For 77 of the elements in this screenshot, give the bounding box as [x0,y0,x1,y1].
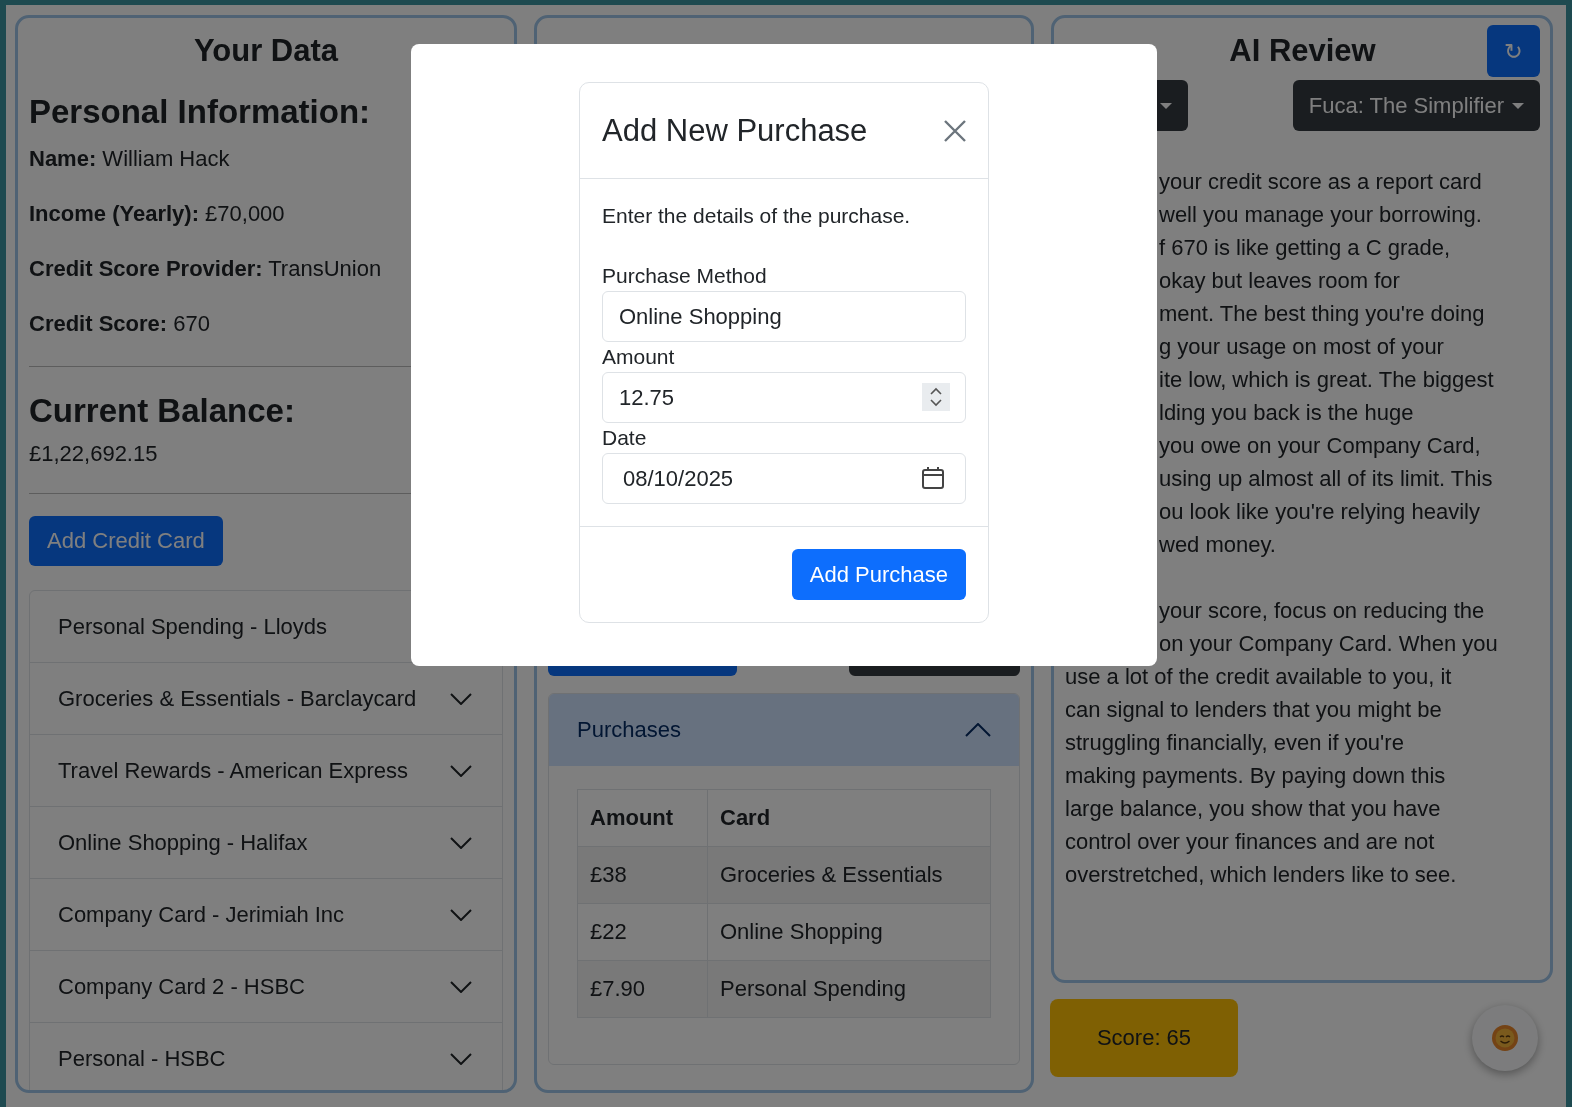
accordion-label: Personal - HSBC [58,1045,226,1072]
chevron-icon [450,764,472,777]
sun-icon [1491,1024,1519,1052]
spinner-icon [922,383,950,411]
accordion-label: Online Shopping - Halifax [58,829,308,856]
review-text-line: f 670 is like getting a C grade, [1158,234,1452,262]
accordion-label: Purchases [577,717,681,743]
accordion-label: Company Card - Jerimiah Inc [58,901,345,928]
accordion-item[interactable]: Personal - HSBC [30,1023,502,1090]
table-cell: Groceries & Essentials [707,846,991,904]
panel-title: AI Review [1229,32,1376,70]
field-label: Date [602,425,648,451]
review-text-line: wed money. [1158,531,1277,559]
add-purchase-button[interactable]: Add Purchase [791,549,966,600]
calendar-icon [922,467,944,489]
review-text-line: your score, focus on reducing the [1158,597,1486,625]
review-text-line: okay but leaves room for [1158,267,1401,295]
accordion-item[interactable]: Travel Rewards - American Express [30,735,502,807]
accordion-item[interactable]: Online Shopping - Halifax [30,807,502,879]
field-text: Name: William Hack [29,146,231,172]
table-cell: £22 [577,903,708,961]
accordion-item[interactable]: Company Card 2 - HSBC [30,951,502,1023]
field-text: Credit Score: 670 [29,311,211,337]
close-icon [944,119,966,142]
balance-value: £1,22,692.15 [29,441,159,467]
review-text-line: lding you back is the huge [1158,399,1415,427]
text-field[interactable]: Online Shopping [602,291,966,342]
field-label: Purchase Method [602,263,768,289]
review-text-line: ou look like you're relying heavily [1158,498,1481,526]
review-text-line: you owe on your Company Card, [1158,432,1482,460]
accordion-label: Travel Rewards - American Express [58,757,409,784]
table-cell: £38 [577,846,708,904]
review-text-line: use a lot of the credit available to you, it [1065,663,1453,691]
accordion-label: Company Card 2 - HSBC [58,973,305,1000]
section-title: Current Balance: [29,391,296,431]
chevron-icon [450,908,472,921]
review-text-line: on your Company Card. When you [1158,630,1499,658]
table-cell: Online Shopping [707,903,991,961]
review-text-line: using up almost all of its limit. This [1158,465,1494,493]
accordion-item[interactable]: Company Card - Jerimiah Inc [30,879,502,951]
close-button[interactable] [944,119,966,142]
review-text-line: making payments. By paying down this [1065,762,1447,790]
review-text-line: can signal to lenders that you might be [1065,696,1443,724]
review-text-line: overstretched, which lenders like to see. [1065,861,1458,889]
review-text-line: g your usage on most of your [1158,333,1445,361]
add-card-button[interactable]: Add Credit Card [29,516,223,566]
review-text-line: your credit score as a report card [1158,168,1483,196]
accordion-label: Personal Spending - Lloyds [58,613,328,640]
chevron-icon [450,836,472,849]
column-header: Card [707,789,991,847]
field-text: Income (Yearly): £70,000 [29,201,286,227]
review-text-line: well you manage your borrowing. [1158,201,1483,229]
table-cell: Personal Spending [707,960,991,1018]
chevron-icon [450,692,472,705]
review-text-line: ite low, which is great. The biggest [1158,366,1495,394]
table-cell: £7.90 [577,960,708,1018]
accordion-label: Groceries & Essentials - Barclaycard [58,685,417,712]
modal-title: Add New Purchase [602,112,868,149]
field-text: Credit Score Provider: TransUnion [29,256,383,282]
score-badge: Score: 65 [1050,999,1238,1077]
review-text-line: struggling financially, even if you're [1065,729,1405,757]
chevron-icon [450,980,472,993]
number-field[interactable]: 12.75 [602,372,966,423]
chevron-icon [450,1052,472,1065]
description-text: Enter the details of the purchase. [602,203,912,229]
section-title: Personal Information: [29,92,372,132]
chevron-icon [965,723,991,737]
review-text-line: control over your finances and are not [1065,828,1436,856]
field-label: Amount [602,344,676,370]
review-text-line: large balance, you show that you have [1065,795,1442,823]
dropdown-button[interactable]: Fuca: The Simplifier [1292,80,1540,131]
refresh-button[interactable]: ↻ [1487,25,1540,77]
review-text-line: ment. The best thing you're doing [1158,300,1486,328]
column-header: Amount [577,789,708,847]
accordion-header[interactable]: Purchases [549,694,1019,766]
date-field[interactable]: 08/10/2025 [602,453,966,504]
panel-title: Your Data [192,32,340,70]
